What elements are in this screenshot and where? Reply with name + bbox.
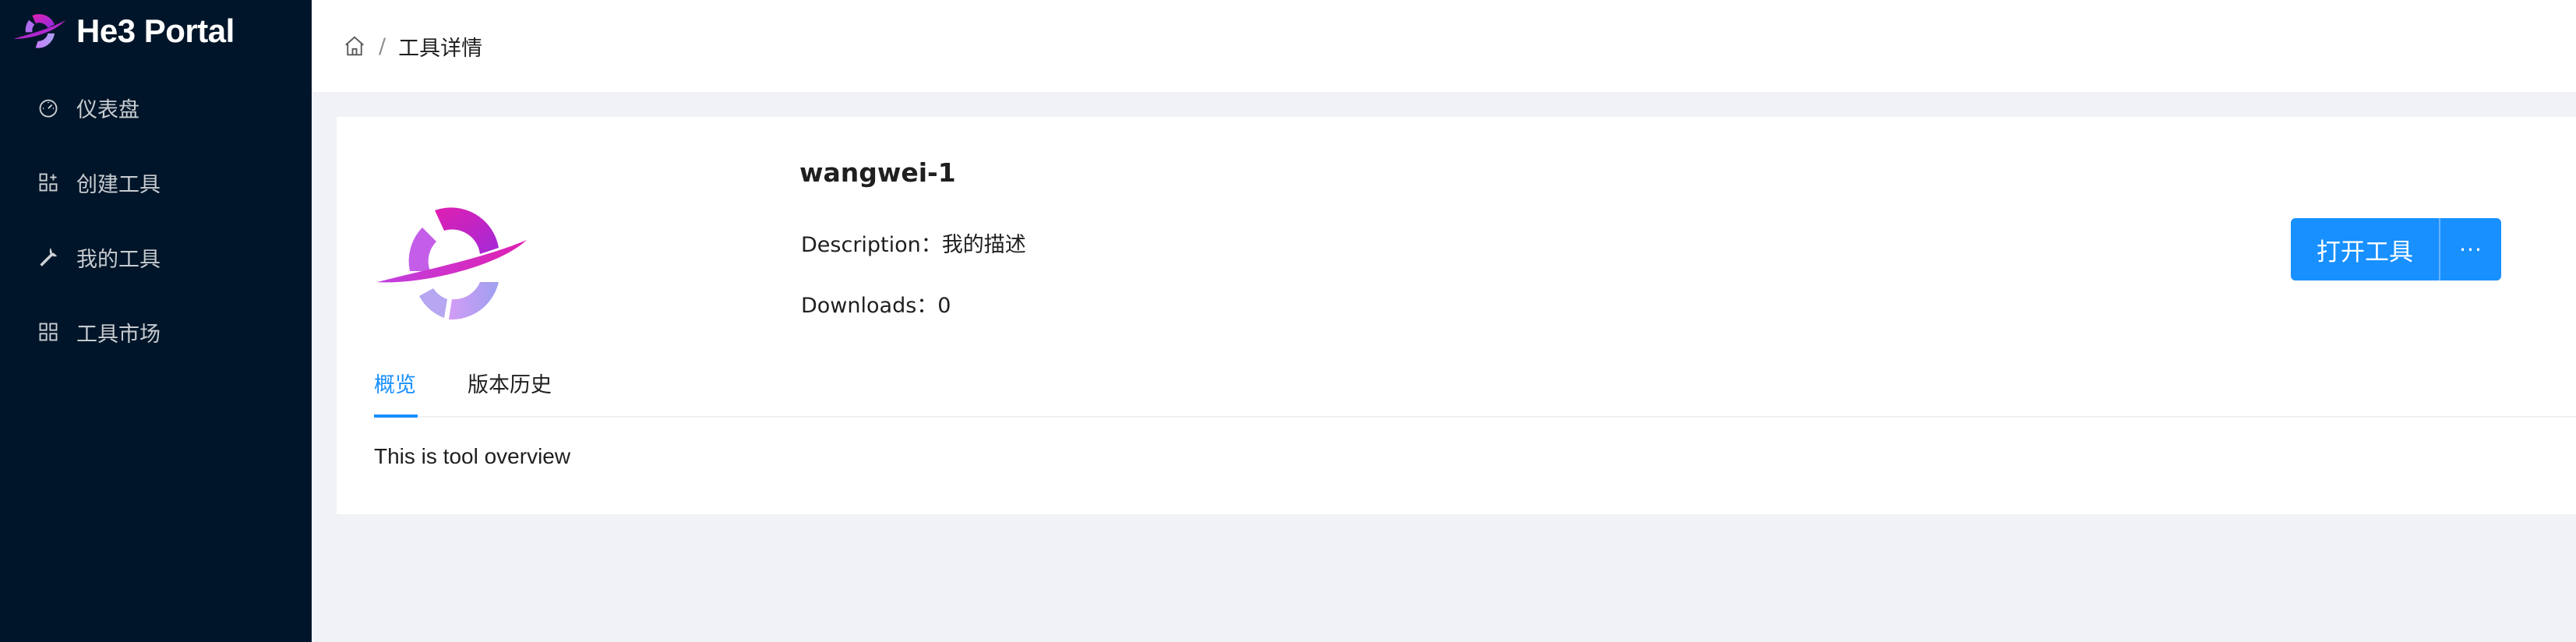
breadcrumb: / 工具详情 <box>343 31 482 62</box>
sidebar-item-label: 创建工具 <box>76 172 161 197</box>
downloads-label: Downloads： <box>801 294 938 318</box>
sidebar-menu: 仪表盘 创建工具 我的工具 工具市场 <box>0 70 312 369</box>
breadcrumb-separator: / <box>379 34 386 58</box>
sidebar-item-create-tool[interactable]: 创建工具 <box>0 145 312 220</box>
open-tool-button[interactable]: 打开工具 <box>2291 218 2439 280</box>
he3-logo-icon <box>13 14 66 48</box>
breadcrumb-current: 工具详情 <box>398 36 483 61</box>
sidebar-item-label: 工具市场 <box>76 322 161 347</box>
active-tab-indicator <box>374 414 418 418</box>
sidebar-item-label: 仪表盘 <box>76 97 139 122</box>
appstore-add-icon <box>37 171 59 193</box>
tool-logo <box>374 195 530 343</box>
downloads-value: 0 <box>937 294 951 318</box>
top-header: / 工具详情 <box>312 0 2576 92</box>
tool-logo-icon <box>377 207 527 320</box>
tool-tabs: 概览 版本历史 <box>374 351 2576 418</box>
home-icon[interactable] <box>343 34 366 58</box>
overview-content: This is tool overview <box>374 444 571 468</box>
tool-downloads: Downloads：0 <box>801 288 951 319</box>
tool-description: Description：我的描述 <box>801 228 1026 258</box>
tab-version-history[interactable]: 版本历史 <box>468 368 552 398</box>
sidebar-item-tool-market[interactable]: 工具市场 <box>0 295 312 369</box>
app-title: He3 Portal <box>76 12 235 49</box>
sidebar-item-label: 我的工具 <box>76 247 161 272</box>
sidebar: He3 Portal 仪表盘 创建工具 我的工具 工具市场 <box>0 0 312 642</box>
dashboard-icon <box>37 97 59 118</box>
sidebar-item-dashboard[interactable]: 仪表盘 <box>0 70 312 145</box>
wrench-icon <box>37 246 59 268</box>
more-actions-button[interactable]: ··· <box>2440 218 2501 280</box>
sidebar-item-my-tools[interactable]: 我的工具 <box>0 220 312 295</box>
brand[interactable]: He3 Portal <box>11 6 235 56</box>
appstore-icon <box>37 321 59 343</box>
description-value: 我的描述 <box>941 233 1026 257</box>
tab-overview[interactable]: 概览 <box>374 368 416 398</box>
description-label: Description： <box>801 233 942 257</box>
tool-detail-card: wangwei-1 Description：我的描述 Downloads：0 打… <box>337 117 2576 514</box>
tool-name: wangwei-1 <box>799 157 956 188</box>
open-tool-button-group: 打开工具 ··· <box>2291 218 2501 280</box>
